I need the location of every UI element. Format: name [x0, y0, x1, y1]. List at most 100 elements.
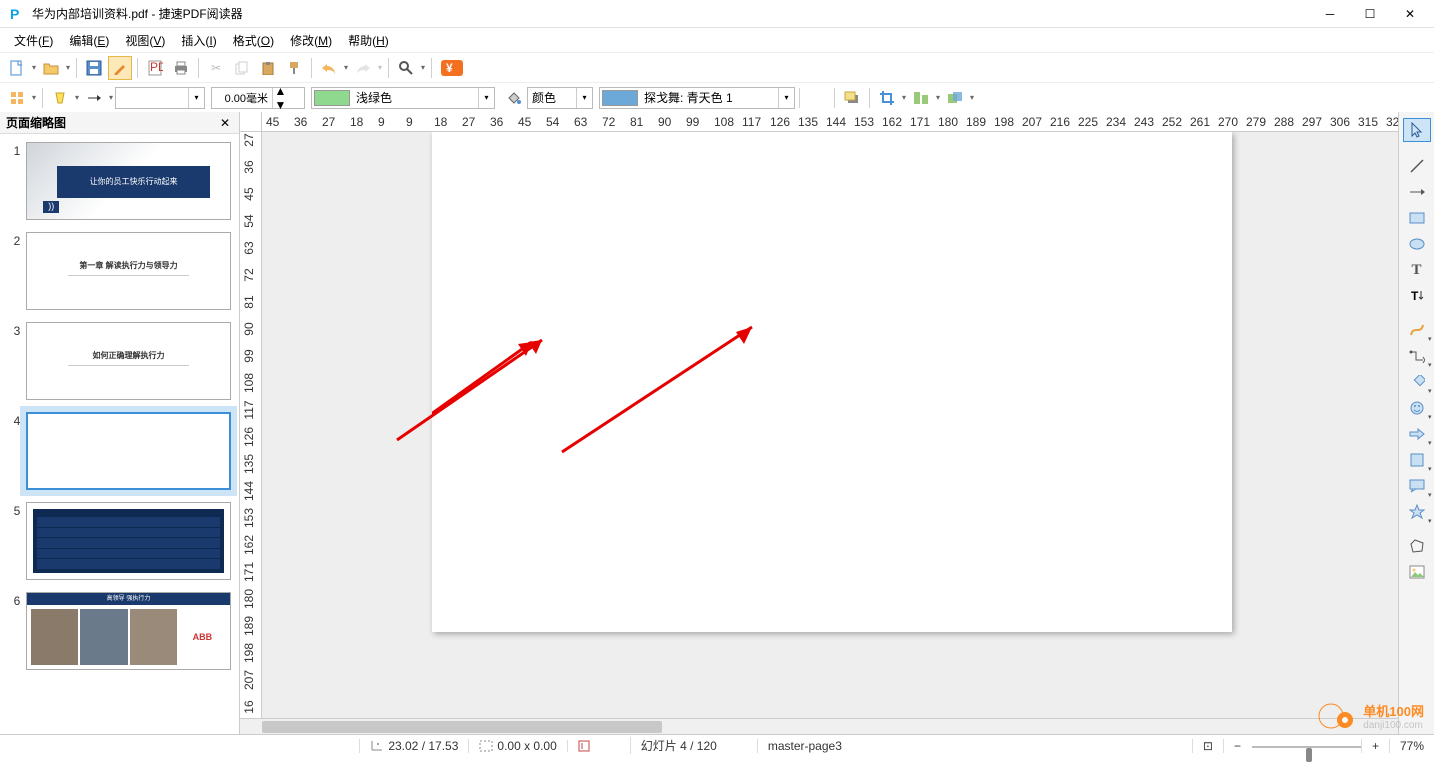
select-tool-icon[interactable]: [1403, 118, 1431, 142]
palette-combo[interactable]: 探戈舞: 青天色 1 ▾: [599, 87, 795, 109]
arrow-tool-icon[interactable]: [1403, 180, 1431, 204]
line-width-combo[interactable]: ▲▼: [211, 87, 305, 109]
line-end-dropdown[interactable]: ▾: [107, 93, 115, 102]
undo-dropdown[interactable]: ▾: [342, 63, 350, 72]
block-arrows-icon[interactable]: ▾: [1403, 422, 1431, 446]
star-icon[interactable]: ▾: [1403, 500, 1431, 524]
format-toolbar: ▾ ▾ ▾ ▾ ▲▼ 浅绿色 ▾ 颜色 ▾ 探戈舞: 青天色 1 ▾ ▾ ▾ ▾: [0, 82, 1434, 112]
rect-tool-icon[interactable]: [1403, 206, 1431, 230]
thumbnail-2[interactable]: 2第一章 解读执行力与领导力: [8, 232, 231, 310]
thumbnail-3[interactable]: 3如何正确理解执行力: [8, 322, 231, 400]
colorset-combo[interactable]: 颜色 ▾: [527, 87, 593, 109]
arrange-icon[interactable]: [943, 86, 967, 110]
basic-shapes-icon[interactable]: ▾: [1403, 370, 1431, 394]
ellipse-tool-icon[interactable]: [1403, 232, 1431, 256]
curve-tool-icon[interactable]: ▾: [1403, 318, 1431, 342]
save-icon[interactable]: [82, 56, 106, 80]
line-tool-icon[interactable]: [1403, 154, 1431, 178]
undo-icon[interactable]: [317, 56, 341, 80]
grid-icon[interactable]: [5, 86, 29, 110]
thumbnail-number: 6: [8, 592, 26, 670]
horizontal-ruler: 4536271899182736455463728190991081171261…: [240, 112, 1398, 132]
image-tool-icon[interactable]: [1403, 560, 1431, 584]
thumbnail-number: 4: [8, 412, 26, 490]
shadow-icon[interactable]: [840, 86, 864, 110]
paste-icon[interactable]: [256, 56, 280, 80]
highlight-dropdown[interactable]: ▾: [73, 93, 81, 102]
menu-v[interactable]: 视图(V): [117, 30, 173, 51]
slide-page[interactable]: [432, 132, 1232, 632]
redo-dropdown[interactable]: ▾: [376, 63, 384, 72]
edit-icon[interactable]: [108, 56, 132, 80]
crop-icon[interactable]: [875, 86, 899, 110]
colorset-label: 颜色: [528, 89, 576, 106]
export-pdf-icon[interactable]: PDF: [143, 56, 167, 80]
fill-color-combo[interactable]: 浅绿色 ▾: [311, 87, 495, 109]
status-master[interactable]: master-page3: [757, 739, 852, 753]
zoom-value[interactable]: 77%: [1389, 739, 1434, 753]
status-coords: 23.02 / 17.53: [359, 739, 468, 753]
menu-h[interactable]: 帮助(H): [340, 30, 397, 51]
premium-icon[interactable]: ¥: [437, 56, 467, 80]
highlight-icon[interactable]: [48, 86, 72, 110]
thumbnail-close-icon[interactable]: ✕: [217, 116, 233, 130]
zoom-fit-icon[interactable]: ⊡: [1192, 739, 1223, 753]
symbol-shapes-icon[interactable]: ▾: [1403, 396, 1431, 420]
copy-icon[interactable]: [230, 56, 254, 80]
thumbnail-5[interactable]: 5: [8, 502, 231, 580]
menu-f[interactable]: 文件(F): [6, 30, 61, 51]
menu-m[interactable]: 修改(M): [282, 30, 340, 51]
new-doc-icon[interactable]: [5, 56, 29, 80]
find-dropdown[interactable]: ▾: [419, 63, 427, 72]
clone-format-icon[interactable]: [282, 56, 306, 80]
thumbnail-list[interactable]: 1让你的员工快乐行动起来))2第一章 解读执行力与领导力3如何正确理解执行力45…: [0, 134, 239, 734]
line-width-input[interactable]: [212, 88, 272, 108]
align-dropdown[interactable]: ▾: [934, 93, 942, 102]
arrange-dropdown[interactable]: ▾: [968, 93, 976, 102]
line-style-combo[interactable]: ▾: [115, 87, 205, 109]
thumbnail-1[interactable]: 1让你的员工快乐行动起来)): [8, 142, 231, 220]
menu-e[interactable]: 编辑(E): [61, 30, 117, 51]
thumbnail-number: 2: [8, 232, 26, 310]
thumbnail-number: 5: [8, 502, 26, 580]
polygon-tool-icon[interactable]: [1403, 534, 1431, 558]
canvas[interactable]: [262, 132, 1398, 718]
thumbnail-6[interactable]: 6高领导 强执行力ABB: [8, 592, 231, 670]
thumbnail-preview: 让你的员工快乐行动起来)): [26, 142, 231, 220]
horizontal-scrollbar[interactable]: [240, 718, 1398, 734]
palette-swatch: [602, 90, 638, 106]
callout-icon[interactable]: ▾: [1403, 474, 1431, 498]
flowchart-icon[interactable]: ▾: [1403, 448, 1431, 472]
main-toolbar: ▾ ▾ PDF ✂ ▾ ▾ ▾ ¥: [0, 52, 1434, 82]
print-icon[interactable]: [169, 56, 193, 80]
menu-o[interactable]: 格式(O): [225, 30, 282, 51]
grid-dropdown[interactable]: ▾: [30, 93, 38, 102]
thumbnail-preview: 如何正确理解执行力: [26, 322, 231, 400]
thumbnail-number: 3: [8, 322, 26, 400]
zoom-out-icon[interactable]: −: [1223, 739, 1251, 753]
new-doc-dropdown[interactable]: ▾: [30, 63, 38, 72]
close-button[interactable]: ✕: [1390, 0, 1430, 28]
redo-icon[interactable]: [351, 56, 375, 80]
vertical-text-tool-icon[interactable]: T: [1403, 284, 1431, 308]
menu-bar: 文件(F)编辑(E)视图(V)插入(I)格式(O)修改(M)帮助(H): [0, 28, 1434, 52]
thumbnail-preview: [26, 502, 231, 580]
fill-color-label: 浅绿色: [352, 89, 478, 106]
open-icon[interactable]: [39, 56, 63, 80]
status-slide[interactable]: 幻灯片 4 / 120: [630, 737, 727, 754]
cut-icon[interactable]: ✂: [204, 56, 228, 80]
connector-tool-icon[interactable]: ▾: [1403, 344, 1431, 368]
line-end-icon[interactable]: [82, 86, 106, 110]
crop-dropdown[interactable]: ▾: [900, 93, 908, 102]
menu-i[interactable]: 插入(I): [173, 30, 224, 51]
text-tool-icon[interactable]: T: [1403, 258, 1431, 282]
minimize-button[interactable]: ─: [1310, 0, 1350, 28]
zoom-in-icon[interactable]: +: [1361, 739, 1389, 753]
find-icon[interactable]: [394, 56, 418, 80]
status-insert-mode[interactable]: [567, 740, 600, 752]
align-icon[interactable]: [909, 86, 933, 110]
maximize-button[interactable]: ☐: [1350, 0, 1390, 28]
bucket-icon[interactable]: [502, 86, 526, 110]
thumbnail-4[interactable]: 4: [8, 412, 231, 490]
open-dropdown[interactable]: ▾: [64, 63, 72, 72]
